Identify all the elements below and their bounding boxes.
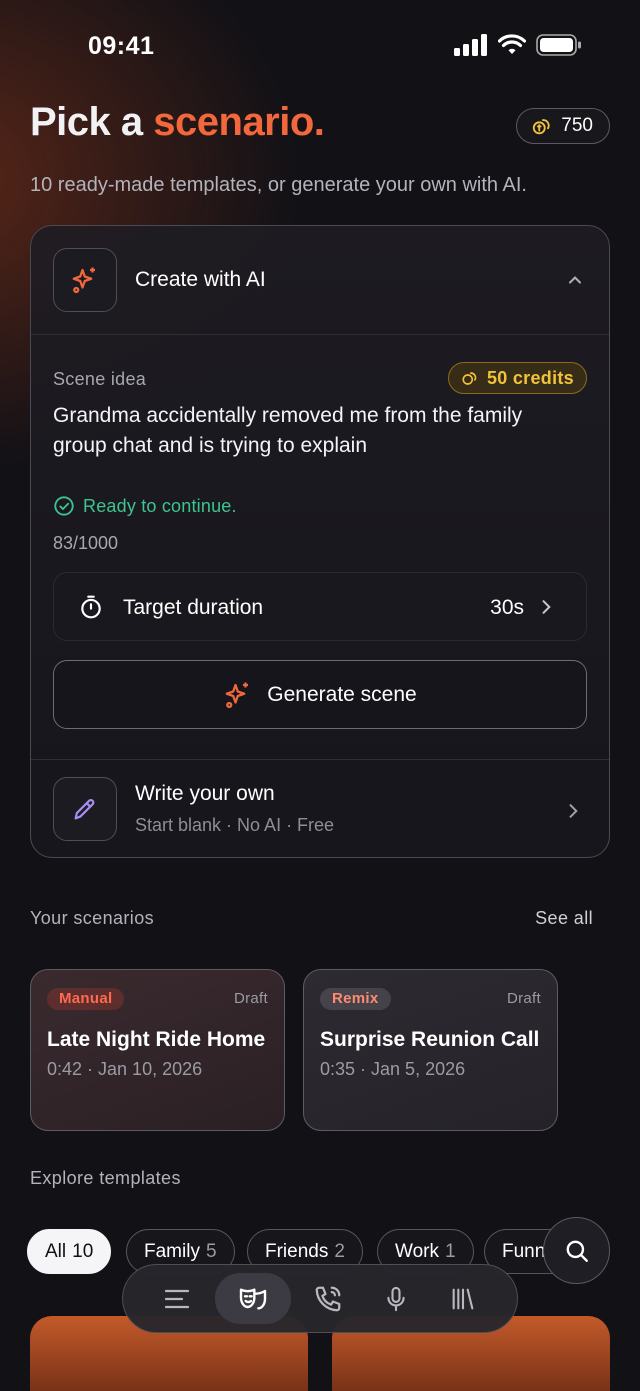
scenario-meta: 0:35 · Jan 5, 2026 [320,1059,466,1079]
chevron-right-icon [542,600,551,614]
chevron-up-icon[interactable] [565,270,585,290]
page-subtitle: 10 ready-made templates, or generate you… [30,174,527,196]
theater-masks-icon [239,1287,266,1310]
scene-idea-label: Scene idea [53,369,147,389]
sparkles-icon [225,682,249,708]
nav-menu[interactable] [147,1274,207,1324]
library-icon [452,1288,474,1309]
scene-idea-input[interactable]: Grandma accidentally removed me from the… [53,401,573,461]
duration-value: 30s [490,596,524,619]
wifi-icon [498,34,526,54]
nav-calls[interactable] [298,1274,358,1324]
target-duration-row[interactable]: Target duration 30s [53,572,587,641]
pencil-icon [74,799,95,820]
coins-icon [533,119,550,135]
nav-record[interactable] [366,1274,426,1324]
create-card: Create with AI Scene idea 50 credits Gra… [30,225,610,858]
coins-icon [462,372,477,385]
phone-icon [315,1286,341,1311]
ai-icon-box[interactable] [53,248,117,312]
status-badge: Draft [233,990,268,1007]
sparkles-icon [72,267,95,294]
duration-label: Target duration [123,596,264,619]
type-badge: Manual [47,988,125,1010]
your-scenarios-label: Your scenarios [30,908,155,928]
char-counter: 83/1000 [53,533,119,553]
battery-icon [536,34,581,56]
chip-all[interactable]: All 10 [27,1229,112,1274]
write-your-own-title[interactable]: Write your own [135,782,275,806]
write-your-own-subtitle: Start blank · No AI · Free [135,815,335,835]
nav-scenarios[interactable] [214,1273,291,1324]
see-all-link[interactable]: See all [535,908,593,929]
divider [31,334,609,335]
signal-icon [454,34,487,56]
credits-count: 750 [561,115,593,136]
microphone-icon [386,1286,405,1311]
pen-icon-box[interactable] [53,777,117,841]
page-title: Pick a scenario. [30,100,325,144]
explore-templates-label: Explore templates [30,1168,181,1188]
cost-badge: 50 credits [447,362,587,394]
type-badge: Remix [320,988,391,1010]
ready-status: Ready to continue. [53,495,237,517]
scenario-title: Surprise Reunion Call [320,1028,540,1051]
credits-balance[interactable]: 750 [516,108,610,144]
status-icons [454,34,582,56]
search-button[interactable] [543,1217,610,1284]
scenario-meta: 0:42 · Jan 10, 2026 [47,1059,203,1079]
bottom-nav [122,1264,518,1333]
scenario-card[interactable]: Manual Draft Late Night Ride Home 0:42 ·… [30,969,285,1131]
scenario-title: Late Night Ride Home [47,1028,266,1051]
divider [31,759,609,760]
check-circle-icon [54,496,74,516]
status-time: 09:41 [88,32,155,60]
menu-icon [164,1289,190,1308]
status-badge: Draft [506,990,541,1007]
search-icon [566,1240,588,1262]
nav-library[interactable] [433,1274,493,1324]
generate-scene-button[interactable]: Generate scene [53,660,587,729]
create-with-ai-title[interactable]: Create with AI [135,268,266,292]
scenario-card[interactable]: Remix Draft Surprise Reunion Call 0:35 ·… [303,969,558,1131]
stopwatch-icon [81,595,101,619]
chevron-right-icon[interactable] [563,801,583,821]
